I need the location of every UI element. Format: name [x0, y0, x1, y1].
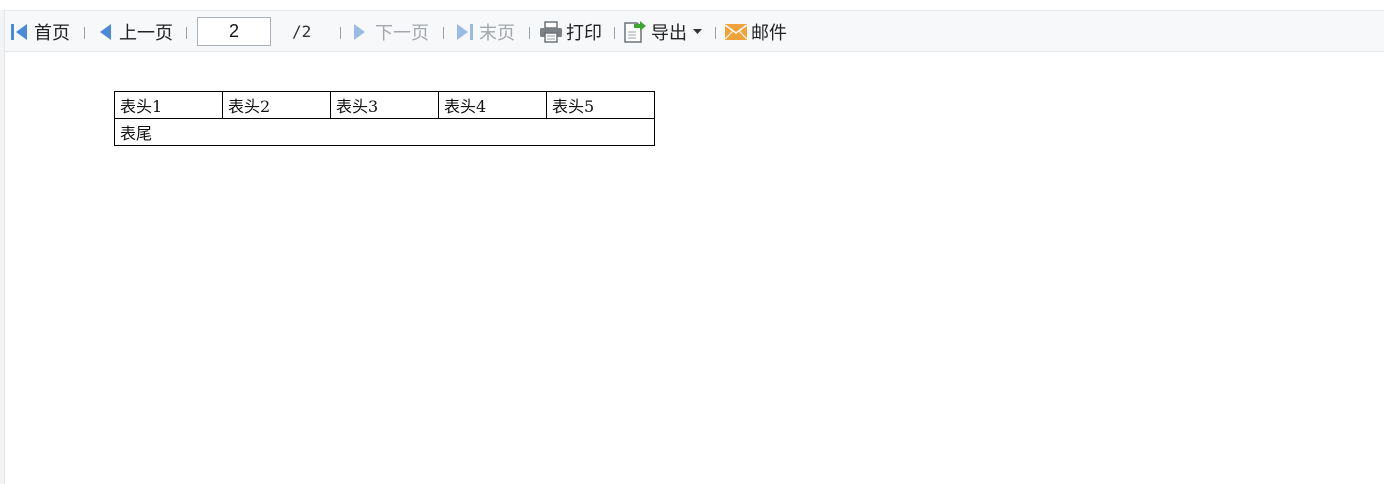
printer-icon	[539, 20, 563, 43]
footer-row: 表尾	[114, 118, 655, 146]
last-page-button[interactable]: 末页	[455, 11, 515, 52]
print-label: 打印	[566, 22, 602, 44]
first-page-label: 首页	[34, 22, 70, 44]
report-viewer: 首页 上一页 /2 下一页	[0, 0, 1384, 484]
toolbar-separator	[443, 27, 444, 39]
toolbar-separator	[529, 27, 530, 39]
export-icon	[623, 20, 647, 44]
prev-page-label: 上一页	[119, 22, 173, 44]
mail-button[interactable]: 邮件	[724, 11, 787, 52]
toolbar-separator	[84, 27, 85, 39]
toolbar-separator	[186, 27, 187, 39]
last-page-label: 末页	[479, 22, 515, 44]
header-cell: 表头1	[114, 91, 223, 119]
header-cell: 表头5	[546, 91, 655, 119]
chevron-down-icon	[693, 28, 702, 35]
footer-cell: 表尾	[114, 118, 655, 146]
next-page-label: 下一页	[375, 22, 429, 44]
left-edge	[0, 10, 5, 484]
header-cell: 表头2	[222, 91, 331, 119]
page-number-input[interactable]	[197, 17, 271, 46]
envelope-icon	[724, 22, 748, 42]
header-cell: 表头4	[438, 91, 547, 119]
toolbar: 首页 上一页 /2 下一页	[5, 10, 1384, 52]
export-label: 导出	[651, 22, 687, 44]
report-table: 表头1 表头2 表头3 表头4 表头5 表尾	[114, 91, 655, 146]
header-cell: 表头3	[330, 91, 439, 119]
toolbar-separator	[340, 27, 341, 39]
prev-page-button[interactable]: 上一页	[98, 11, 173, 52]
prev-page-icon	[98, 22, 112, 42]
next-page-button[interactable]: 下一页	[353, 11, 429, 52]
toolbar-separator	[715, 27, 716, 39]
next-page-icon	[353, 22, 367, 42]
page-total: /2	[292, 22, 312, 41]
header-row: 表头1 表头2 表头3 表头4 表头5	[114, 91, 655, 119]
first-page-button[interactable]: 首页	[10, 11, 70, 52]
export-button[interactable]: 导出	[623, 11, 702, 52]
first-page-icon	[10, 22, 30, 42]
toolbar-separator	[614, 27, 615, 39]
print-button[interactable]: 打印	[539, 11, 602, 52]
mail-label: 邮件	[751, 22, 787, 44]
last-page-icon	[455, 22, 475, 42]
